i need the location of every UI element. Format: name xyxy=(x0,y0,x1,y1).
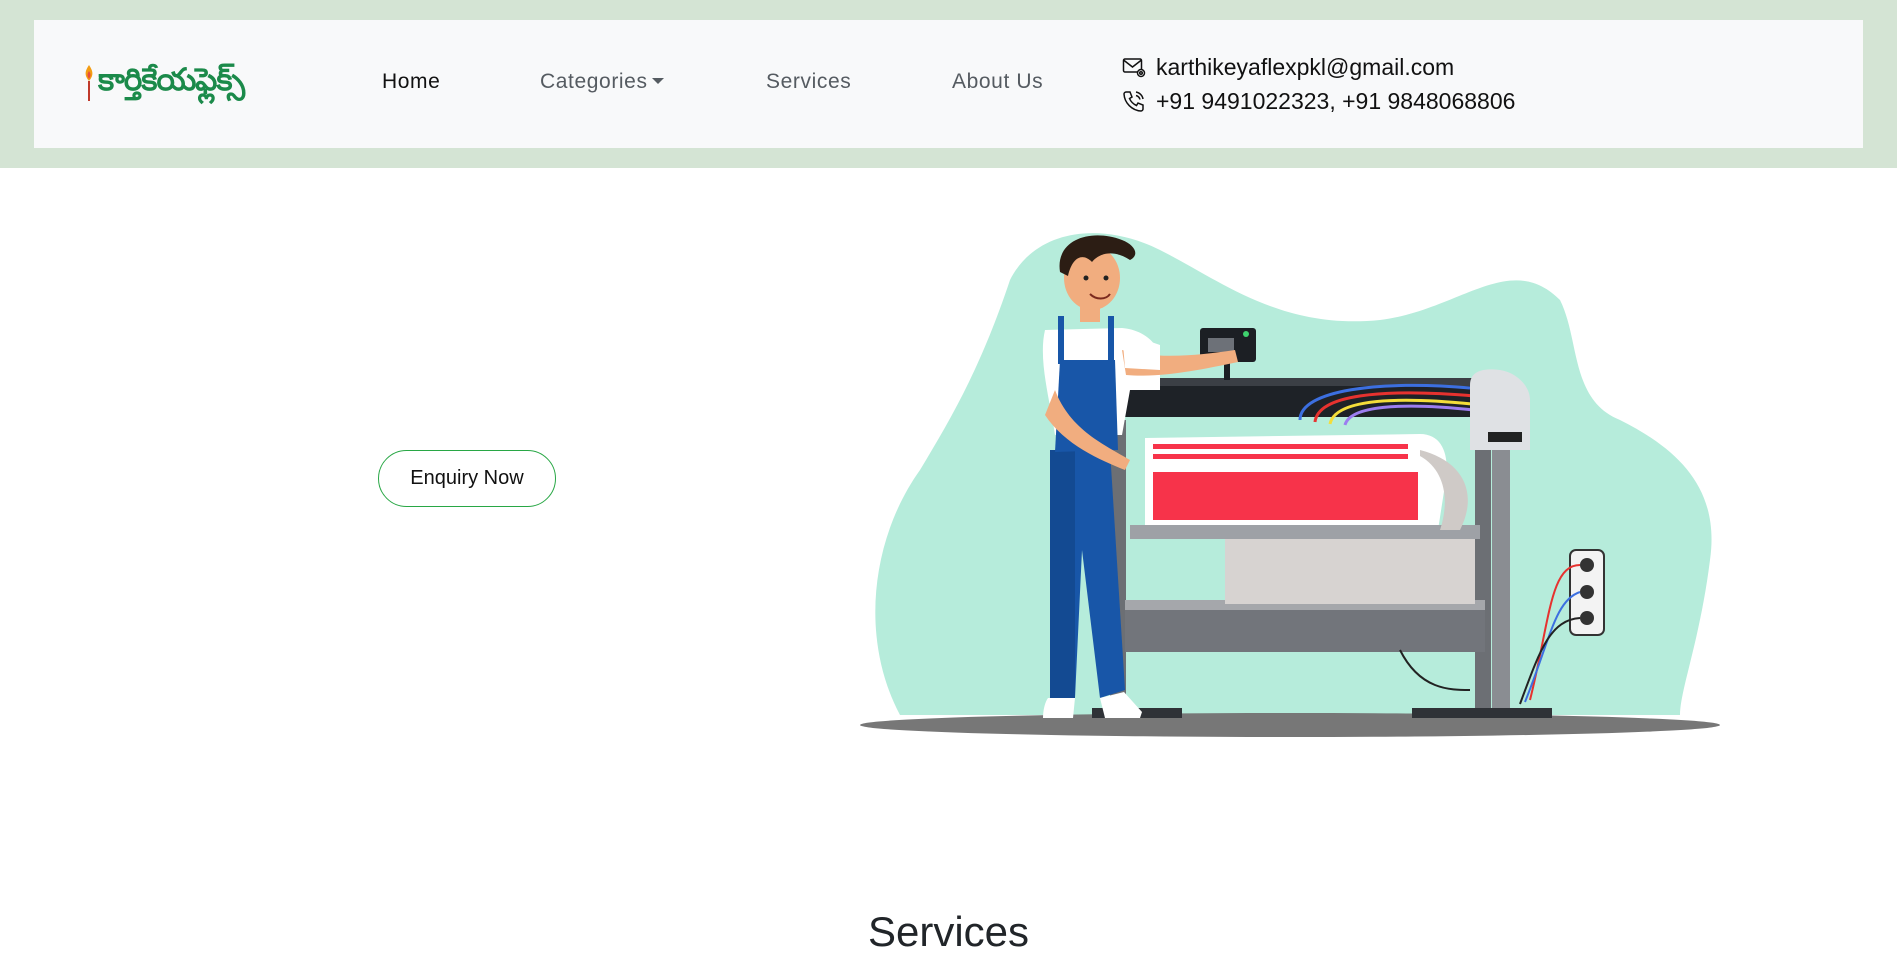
caret-down-icon xyxy=(651,77,664,84)
contact-email-row: karthikeyaflexpkl@gmail.com xyxy=(1122,50,1515,84)
nav-categories-label: Categories xyxy=(540,70,648,93)
contact-phone-row: +91 9491022323, +91 9848068806 xyxy=(1122,84,1515,118)
envelope-at-icon xyxy=(1122,58,1146,78)
enquiry-now-button[interactable]: Enquiry Now xyxy=(378,450,556,507)
services-section-title: Services xyxy=(867,908,1030,955)
contact-email[interactable]: karthikeyaflexpkl@gmail.com xyxy=(1156,54,1454,81)
contact-phone[interactable]: +91 9491022323, +91 9848068806 xyxy=(1156,88,1515,115)
brand-logo[interactable]: కార్తికేయఫ్లెక్స్ xyxy=(82,58,245,108)
nav-about-us[interactable]: About Us xyxy=(952,70,1043,94)
printer-illustration xyxy=(860,233,1720,737)
logo-text: కార్తికేయఫ్లెక్స్ xyxy=(98,61,245,98)
nav-home[interactable]: Home xyxy=(382,70,440,94)
nav-services[interactable]: Services xyxy=(766,70,851,94)
navbar: కార్తికేయఫ్లెక్స్ Home Categories Servic… xyxy=(34,20,1863,148)
flame-icon xyxy=(85,65,93,101)
nav-categories[interactable]: Categories xyxy=(540,70,664,94)
phone-icon xyxy=(1123,91,1144,112)
contact-info: karthikeyaflexpkl@gmail.com +91 94910223… xyxy=(1122,50,1515,118)
